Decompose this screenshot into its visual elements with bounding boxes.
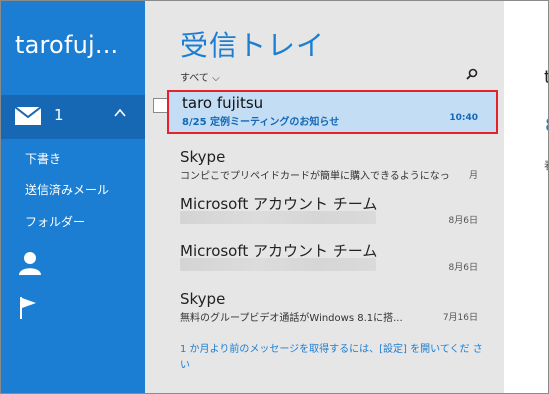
redacted-preview [180, 211, 376, 224]
mail-icon [15, 107, 41, 125]
message-item[interactable]: Skype コンピこでプリペイドカードが簡単に購入できるようになっ... 月 [167, 145, 498, 185]
filter-dropdown[interactable]: すべて ⌵ [180, 69, 220, 84]
message-date: 8月6日 [448, 263, 478, 273]
message-item[interactable]: Microsoft アカウント チーム 8月6日 [167, 237, 498, 277]
reading-meta: 春 [544, 157, 548, 173]
flag-icon[interactable] [19, 297, 37, 319]
older-messages-link[interactable]: 1 か月より前のメッセージを取得するには、[設定] を開いてくだ さい [180, 342, 485, 374]
nav-link-sent[interactable]: 送信済みメール [25, 181, 109, 198]
search-icon[interactable] [466, 68, 478, 80]
message-date: 8月6日 [448, 216, 478, 226]
folder-title: 受信トレイ [180, 29, 326, 62]
nav-link-drafts[interactable]: 下書き [25, 150, 61, 167]
reading-subject: 8 [545, 115, 548, 136]
message-preview: 8/25 定例ミーティングのお知らせ [182, 117, 340, 128]
person-icon[interactable] [19, 251, 41, 275]
message-list: 受信トレイ すべて ⌵ taro fujitsu 8/25 定例ミーティングのお… [145, 1, 504, 393]
unread-count: 1 [54, 106, 64, 124]
reading-sender: t [544, 67, 548, 88]
reading-pane: t 8 春 [504, 1, 548, 393]
message-date: 10:40 [449, 113, 478, 123]
message-item[interactable]: Microsoft アカウント チーム 8月6日 [167, 190, 498, 230]
nav-link-folders[interactable]: フォルダー [25, 213, 85, 230]
message-preview: コンピこでプリペイドカードが簡単に購入できるようになっ... [180, 171, 450, 182]
account-name[interactable]: tarofuj... [15, 31, 118, 59]
message-sender: Skype [180, 148, 226, 166]
message-preview: 無料のグループビデオ通話がWindows 8.1に搭... [180, 313, 403, 324]
navigation-pane: tarofuj... 1 下書き 送信済みメール フォルダー [1, 1, 145, 393]
inbox-folder-button[interactable]: 1 [1, 95, 145, 139]
message-date: 7月16日 [442, 313, 478, 323]
message-item[interactable]: Skype 無料のグループビデオ通話がWindows 8.1に搭... 7月16… [167, 287, 498, 327]
chevron-up-icon[interactable] [113, 106, 127, 120]
redacted-preview [180, 258, 376, 271]
message-sender: Skype [180, 290, 226, 308]
message-date: 月 [468, 171, 478, 181]
select-message-checkbox[interactable] [153, 98, 168, 113]
mail-app-window: tarofuj... 1 下書き 送信済みメール フォルダー 受信トレイ すべて… [0, 0, 549, 394]
message-item[interactable]: taro fujitsu 8/25 定例ミーティングのお知らせ 10:40 [167, 90, 498, 134]
message-sender: taro fujitsu [182, 94, 264, 112]
